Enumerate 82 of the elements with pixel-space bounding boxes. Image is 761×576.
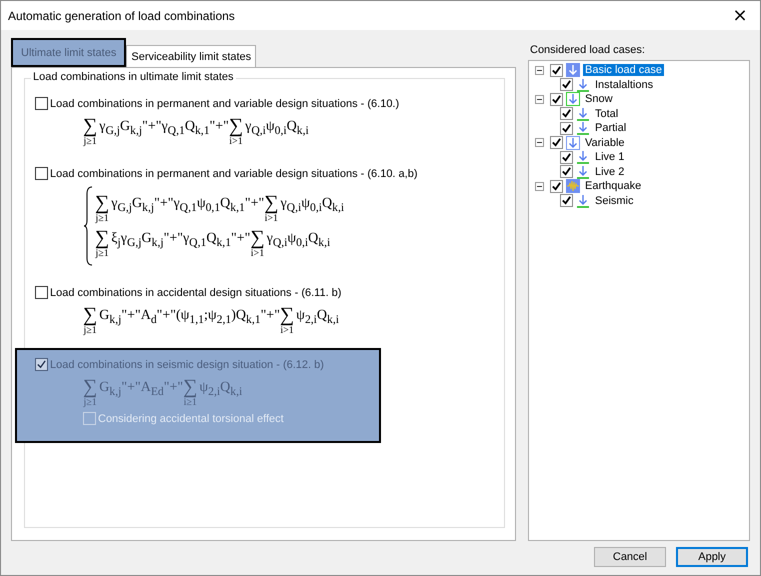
load-arrow-icon xyxy=(576,194,590,208)
load-arrow-icon xyxy=(566,63,580,78)
sum-symbol: ∑ xyxy=(183,377,198,397)
sum-index: j≥1 xyxy=(95,213,109,224)
load-arrow-icon xyxy=(576,164,590,179)
checkbox[interactable] xyxy=(560,122,573,135)
sum-index: i>1 xyxy=(229,136,243,147)
tree-item[interactable]: Variable xyxy=(583,136,627,149)
sum-symbol: ∑ xyxy=(83,305,98,325)
sum-symbol: ∑ xyxy=(250,228,265,248)
formula-term: G$_{k,j}$"+"A$_{d}$"+"(ψ$_{1,1}$;ψ$_{2,1}$)Q$_{k,1}$"+" xyxy=(99,307,280,326)
tree-item[interactable]: Snow xyxy=(583,93,615,106)
tree-item[interactable]: Basic load case xyxy=(583,64,664,76)
sum-symbol: ∑ xyxy=(95,228,110,248)
formula-term: γ$_{Q,i}$ψ$_{0,i}$Q$_{k,i}$ xyxy=(280,195,344,214)
option-checkbox[interactable]: Load combinations in permanent and variable design situations - (6.10. a,b) xyxy=(35,167,494,180)
sum-symbol: ∑ xyxy=(264,193,278,213)
tree-item[interactable]: Live 1 xyxy=(593,151,626,164)
load-arrow-icon xyxy=(576,121,590,136)
list-title: Considered load cases: xyxy=(529,44,646,56)
sum-symbol: ∑ xyxy=(95,193,110,213)
tree-item[interactable]: Total xyxy=(593,108,620,120)
sum-index: j≥1 xyxy=(83,136,97,147)
formula-term: γ$_{G,j}$G$_{k,j}$"+"γ$_{Q,1}$Q$_{k,1}$"+" xyxy=(99,118,229,137)
option-label: Load combinations in accidental design situations - (6.11. b) xyxy=(50,286,342,298)
load-arrow-icon xyxy=(576,106,590,121)
load-arrow-icon xyxy=(576,78,590,92)
checkbox[interactable] xyxy=(550,92,563,106)
checkbox[interactable] xyxy=(550,64,563,77)
checkbox[interactable] xyxy=(550,180,563,193)
dialog-button[interactable]: Cancel xyxy=(594,547,666,567)
sum-symbol: ∑ xyxy=(280,305,294,325)
option-label: Load combinations in seismic design situation - (6.12. b) xyxy=(50,358,324,370)
checkbox[interactable] xyxy=(35,97,48,110)
formula-term: G$_{k,j}$"+"A$_{Ed}$"+" xyxy=(99,379,184,398)
collapse-icon[interactable] xyxy=(535,94,544,104)
collapse-icon[interactable] xyxy=(535,138,544,148)
collapse-icon[interactable] xyxy=(535,182,544,191)
dialog-button[interactable]: Apply xyxy=(676,547,748,567)
tree-item[interactable]: Earthquake xyxy=(583,180,644,192)
sum-index: i≥1 xyxy=(184,397,197,408)
checkbox[interactable] xyxy=(550,136,563,150)
checkbox[interactable] xyxy=(560,78,573,92)
sum-symbol: ∑ xyxy=(83,116,98,136)
formula-term: ξ$_{j}$γ$_{G,j}$G$_{k,j}$"+"γ$_{Q,1}$Q$_{k,1}$"+" xyxy=(111,230,250,249)
load-arrow-icon xyxy=(566,92,580,106)
sum-symbol: ∑ xyxy=(83,377,98,397)
tree-item[interactable]: Live 2 xyxy=(593,166,626,178)
sum-index: j≥1 xyxy=(83,397,97,408)
sum-index: i>1 xyxy=(264,213,278,224)
checkbox[interactable] xyxy=(560,107,573,120)
seismic-wave-icon xyxy=(566,179,580,194)
checkbox[interactable] xyxy=(35,167,48,180)
option-checkbox[interactable]: Load combinations in accidental design situations - (6.11. b) xyxy=(35,286,494,299)
tree-item[interactable]: Partial xyxy=(593,122,628,134)
formula-term: γ$_{Q,i}$ψ$_{0,i}$Q$_{k,i}$ xyxy=(245,118,309,137)
formula-term: ψ$_{2,i}$Q$_{k,i}$ xyxy=(296,307,340,326)
tab[interactable]: Serviceability limit states xyxy=(126,45,256,67)
sum-index: i>1 xyxy=(250,248,264,259)
load-arrow-icon xyxy=(566,136,580,150)
option-label: Considering accidental torsional effect xyxy=(98,412,284,424)
tree-item[interactable]: Instalaltions xyxy=(593,78,656,91)
option-checkbox[interactable]: Load combinations in permanent and variable design situations - (6.10.) xyxy=(35,97,494,110)
tree-item[interactable]: Seismic xyxy=(593,194,636,207)
checkbox[interactable] xyxy=(35,286,48,299)
option-label: Load combinations in permanent and variable design situations - (6.10.) xyxy=(50,98,400,110)
checkbox[interactable] xyxy=(560,165,573,178)
formula-term: γ$_{Q,i}$ψ$_{0,i}$Q$_{k,i}$ xyxy=(266,230,330,249)
load-arrow-icon xyxy=(576,150,590,164)
checkbox[interactable] xyxy=(560,150,573,164)
checkbox[interactable] xyxy=(560,194,573,208)
formula-term: ψ$_{2,i}$Q$_{k,i}$ xyxy=(199,379,242,398)
sum-symbol: ∑ xyxy=(228,116,244,136)
sum-index: j≥1 xyxy=(83,325,97,336)
window-title: Automatic generation of load combinations xyxy=(8,8,235,22)
sum-index: i>1 xyxy=(280,325,294,336)
option-label: Load combinations in permanent and variable design situations - (6.10. a,b) xyxy=(50,168,418,180)
formula-term: γ$_{G,j}$G$_{k,j}$"+"γ$_{Q,1}$ψ$_{0,1}$Q$_{k,1}$"+" xyxy=(111,195,264,214)
sum-index: j≥1 xyxy=(95,248,109,259)
close-button[interactable]: × xyxy=(720,2,760,30)
group-title: Load combinations in ultimate limit states xyxy=(31,71,236,83)
collapse-icon[interactable] xyxy=(535,66,544,75)
